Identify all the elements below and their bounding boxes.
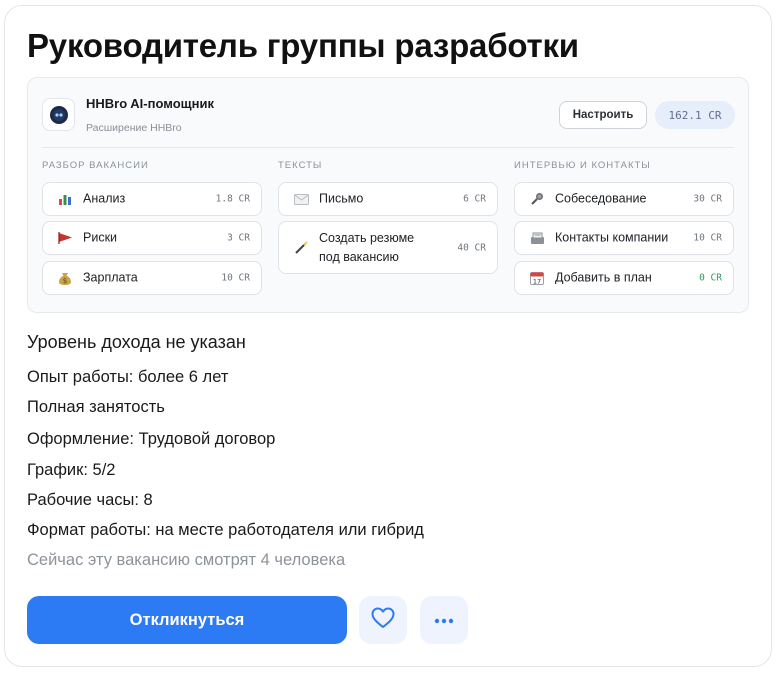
bar-chart-icon — [57, 191, 73, 207]
tool-label: Создать резюме под вакансию — [319, 229, 414, 267]
extension-subtitle: Расширение HHBro — [86, 122, 182, 134]
tool-label-line2: под вакансию — [319, 249, 399, 264]
respond-button[interactable]: Откликнуться — [27, 596, 347, 644]
tool-label: Риски — [83, 230, 118, 245]
contract-text: Оформление: Трудовой договор — [27, 430, 276, 448]
envelope-icon — [293, 191, 309, 207]
tool-label: Собеседование — [555, 191, 647, 206]
tool-cost: 0 CR — [699, 272, 722, 284]
divider — [42, 147, 734, 148]
card-index-icon — [529, 230, 545, 246]
tool-label: Контакты компании — [555, 230, 669, 245]
hhbro-logo-icon — [42, 98, 75, 131]
section-vacancy-analysis: РАЗБОР ВАКАНСИИ Анализ 1.8 CR Риски 3 CR… — [42, 160, 262, 295]
tool-salary-button[interactable]: $ Зарплата 10 CR — [42, 261, 262, 295]
tool-letter-button[interactable]: Письмо 6 CR — [278, 182, 498, 216]
tool-interview-button[interactable]: Собеседование 30 CR — [514, 182, 734, 216]
svg-text:17: 17 — [533, 277, 541, 285]
tool-add-to-plan-button[interactable]: 17 Добавить в план 0 CR — [514, 261, 734, 295]
tool-cost: 40 CR — [457, 242, 486, 253]
tool-cost: 10 CR — [221, 272, 250, 284]
tool-label: Зарплата — [83, 270, 138, 285]
work-hours-text: Рабочие часы: 8 — [27, 491, 153, 509]
tool-label: Письмо — [319, 191, 364, 206]
tool-label-line1: Создать резюме — [319, 230, 415, 245]
red-flag-icon — [57, 230, 73, 246]
schedule-text: График: 5/2 — [27, 461, 116, 479]
money-bag-icon: $ — [57, 270, 73, 286]
viewers-text: Сейчас эту вакансию смотрят 4 человека — [27, 551, 346, 569]
tool-company-contacts-button[interactable]: Контакты компании 10 CR — [514, 221, 734, 255]
extension-name: HHBro AI-помощник — [86, 96, 214, 111]
tool-cost: 6 CR — [463, 193, 486, 205]
more-dots-icon — [434, 611, 454, 629]
salary-text: Уровень дохода не указан — [27, 332, 246, 352]
tool-create-resume-button[interactable]: Создать резюме под вакансию 40 CR — [278, 221, 498, 274]
tool-cost: 10 CR — [693, 232, 722, 244]
work-format-text: Формат работы: на месте работодателя или… — [27, 521, 424, 539]
section-heading: ИНТЕРВЬЮ И КОНТАКТЫ — [514, 160, 651, 171]
section-heading: ТЕКСТЫ — [278, 160, 323, 171]
microphone-icon — [529, 191, 545, 207]
employment-text: Полная занятость — [27, 398, 165, 416]
hhbro-extension-panel: HHBro AI-помощник Расширение HHBro Настр… — [27, 77, 749, 313]
credit-balance-badge: 162.1 CR — [655, 101, 735, 129]
tool-cost: 30 CR — [693, 193, 722, 205]
section-heading: РАЗБОР ВАКАНСИИ — [42, 160, 149, 171]
section-interview-contacts: ИНТЕРВЬЮ И КОНТАКТЫ Собеседование 30 CR … — [514, 160, 734, 295]
tool-cost: 3 CR — [227, 232, 250, 244]
settings-button[interactable]: Настроить — [559, 101, 647, 129]
favorite-button[interactable] — [359, 596, 407, 644]
tool-cost: 1.8 CR — [215, 193, 250, 205]
more-button[interactable] — [420, 596, 468, 644]
heart-icon — [371, 607, 395, 634]
tool-label: Добавить в план — [555, 270, 652, 285]
calendar-icon: 17 — [529, 270, 545, 286]
tool-analysis-button[interactable]: Анализ 1.8 CR — [42, 182, 262, 216]
tool-risks-button[interactable]: Риски 3 CR — [42, 221, 262, 255]
experience-text: Опыт работы: более 6 лет — [27, 368, 229, 386]
section-texts: ТЕКСТЫ Письмо 6 CR Создать резюме под ва… — [278, 160, 498, 274]
magic-wand-icon — [293, 240, 309, 256]
tool-label: Анализ — [83, 191, 126, 206]
svg-text:$: $ — [63, 277, 67, 285]
vacancy-title: Руководитель группы разработки — [27, 27, 579, 64]
